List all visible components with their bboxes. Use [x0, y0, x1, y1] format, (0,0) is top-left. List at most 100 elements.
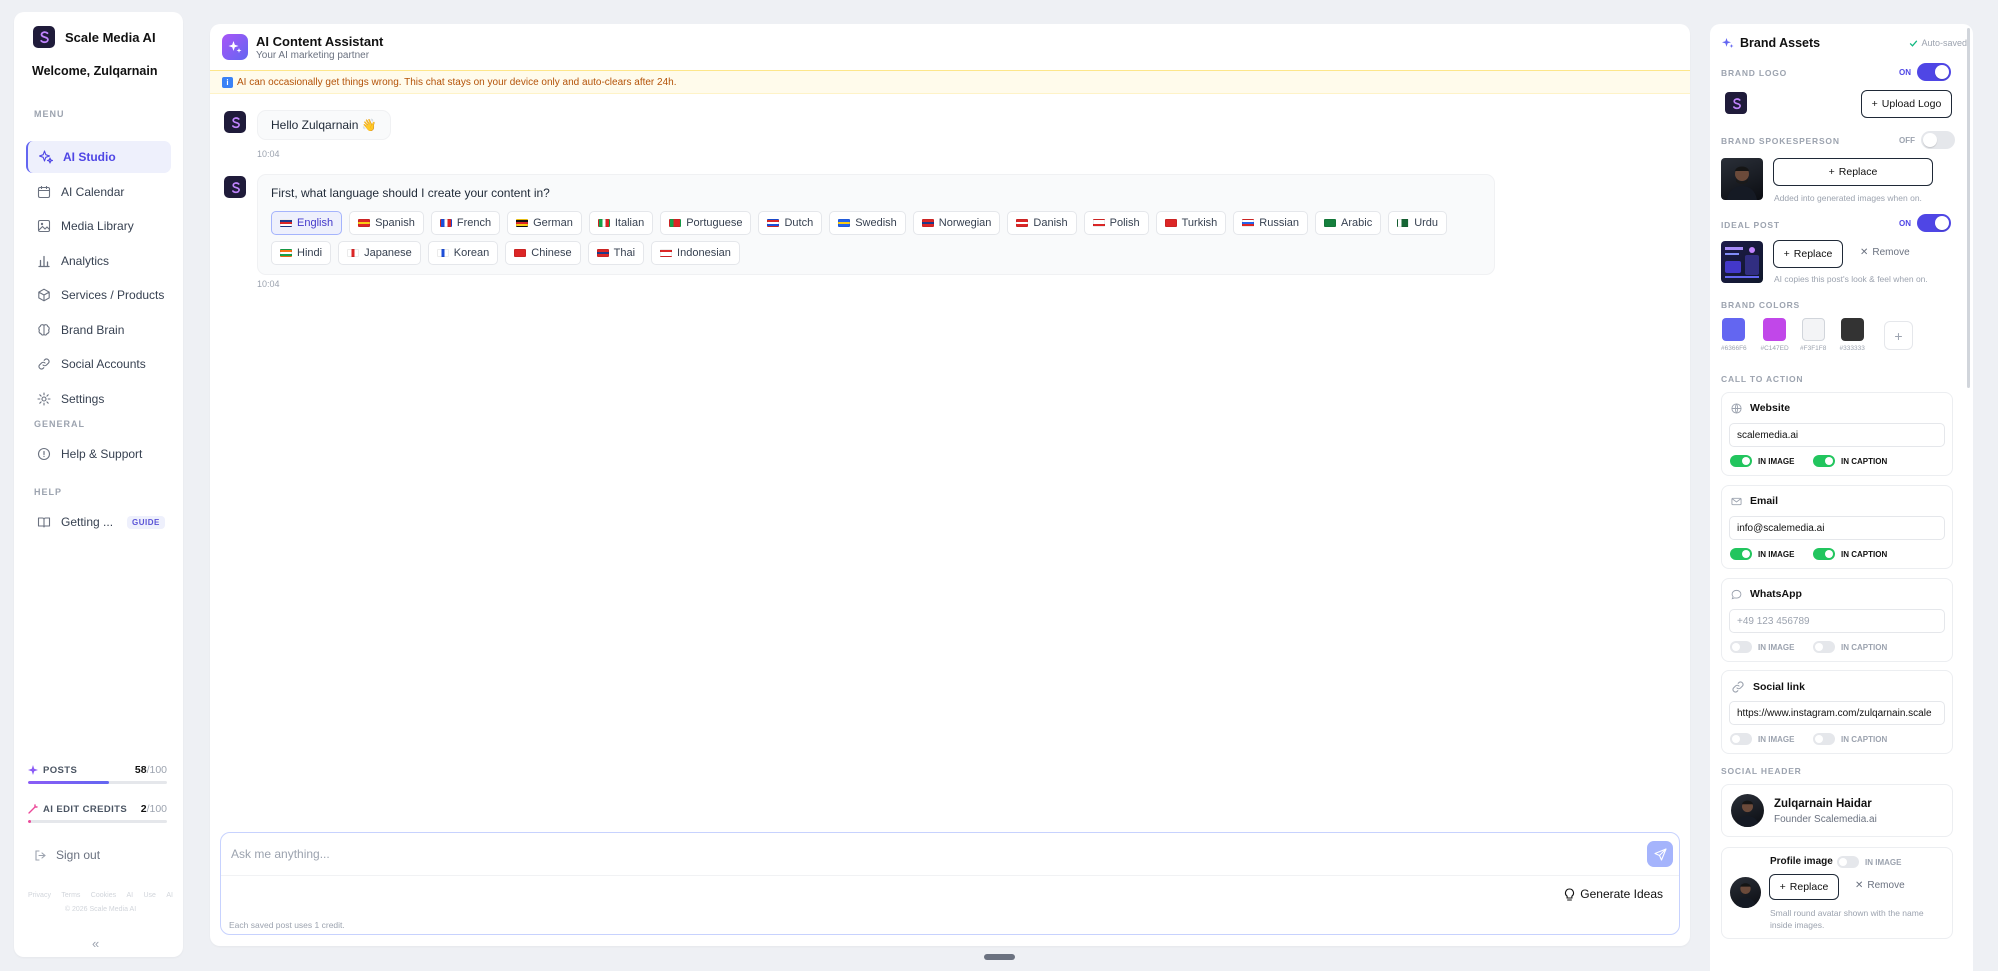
- sidebar-item-settings[interactable]: Settings: [26, 383, 171, 415]
- generate-ideas-button[interactable]: Generate Ideas: [1564, 887, 1663, 901]
- language-option-french[interactable]: French: [430, 211, 501, 235]
- language-option-urdu[interactable]: Urdu: [1388, 211, 1448, 235]
- toggle-switch[interactable]: [1730, 548, 1752, 560]
- footer-link[interactable]: AI: [126, 892, 133, 899]
- language-option-hindi[interactable]: Hindi: [271, 241, 332, 265]
- sidebar-item-help-support[interactable]: Help & Support: [26, 438, 171, 470]
- brand-color-swatch[interactable]: #F3F1F8: [1800, 318, 1826, 352]
- sidebar-item-media-library[interactable]: Media Library: [26, 210, 171, 242]
- in-caption-toggle[interactable]: IN CAPTION: [1813, 455, 1887, 467]
- language-option-thai[interactable]: Thai: [587, 241, 645, 265]
- brand-color-swatch[interactable]: #6366F6: [1721, 318, 1747, 352]
- toggle-switch[interactable]: [1917, 63, 1951, 81]
- social-name: Zulqarnain Haidar: [1774, 798, 1872, 810]
- cta-input-whatsapp[interactable]: +49 123 456789: [1729, 609, 1945, 633]
- resize-handle[interactable]: [984, 954, 1015, 960]
- in-image-toggle[interactable]: IN IMAGE: [1730, 455, 1794, 467]
- sidebar-item-brand-brain[interactable]: Brand Brain: [26, 314, 171, 346]
- toggle-switch[interactable]: [1921, 131, 1955, 149]
- add-color-button[interactable]: +: [1884, 321, 1913, 350]
- cta-input-social-link[interactable]: https://www.instagram.com/zulqarnain.sca…: [1729, 701, 1945, 725]
- color-chip[interactable]: [1722, 318, 1746, 341]
- language-option-italian[interactable]: Italian: [588, 211, 654, 235]
- cta-title: Website: [1731, 402, 1790, 414]
- in-image-toggle[interactable]: IN IMAGE: [1730, 641, 1794, 653]
- toggle-switch[interactable]: [1730, 733, 1752, 745]
- in-caption-toggle[interactable]: IN CAPTION: [1813, 548, 1887, 560]
- brand[interactable]: Scale Media AI: [33, 26, 156, 48]
- language-option-indonesian[interactable]: Indonesian: [651, 241, 740, 265]
- sidebar-item-ai-studio[interactable]: AI Studio: [26, 141, 171, 173]
- language-option-russian[interactable]: Russian: [1233, 211, 1309, 235]
- language-option-portuguese[interactable]: Portuguese: [660, 211, 752, 235]
- cta-title-text: Website: [1750, 402, 1791, 414]
- brand-logo-toggle[interactable]: ON: [1899, 63, 1951, 81]
- spokesperson-toggle[interactable]: OFF: [1899, 131, 1955, 149]
- toggle-switch[interactable]: [1813, 641, 1835, 653]
- sidebar-item-ai-calendar[interactable]: AI Calendar: [26, 176, 171, 208]
- collapse-sidebar-icon[interactable]: «: [92, 936, 99, 951]
- cta-input-email[interactable]: info@scalemedia.ai: [1729, 516, 1945, 540]
- language-option-spanish[interactable]: Spanish: [349, 211, 424, 235]
- replace-spokesperson-button[interactable]: + Replace: [1773, 158, 1933, 186]
- sidebar-item-getting-started[interactable]: Getting ... GUIDE: [26, 506, 171, 538]
- profile-in-image-toggle[interactable]: IN IMAGE: [1837, 856, 1901, 868]
- footer-link[interactable]: Privacy: [28, 892, 51, 899]
- language-option-korean[interactable]: Korean: [427, 241, 499, 265]
- toggle-switch[interactable]: [1837, 856, 1859, 868]
- replace-label: Replace: [1838, 166, 1878, 178]
- footer-link[interactable]: Terms: [61, 892, 80, 899]
- language-option-chinese[interactable]: Chinese: [505, 241, 581, 265]
- language-option-japanese[interactable]: Japanese: [338, 241, 421, 265]
- language-label: Arabic: [1341, 217, 1373, 229]
- toggle-switch[interactable]: [1813, 455, 1835, 467]
- remove-profile-image-button[interactable]: ✕ Remove: [1855, 880, 1905, 891]
- sidebar-item-analytics[interactable]: Analytics: [26, 245, 171, 277]
- sign-out-button[interactable]: Sign out: [34, 848, 100, 862]
- right-panel-scrollbar[interactable]: [1967, 28, 1970, 388]
- replace-ideal-post-button[interactable]: + Replace: [1773, 240, 1843, 268]
- footer-link[interactable]: Use: [144, 892, 156, 899]
- chat-input[interactable]: Ask me anything...: [231, 847, 330, 861]
- sidebar-item-social-accounts[interactable]: Social Accounts: [26, 348, 171, 380]
- toggle-state: OFF: [1899, 135, 1915, 145]
- footer-link[interactable]: Cookies: [91, 892, 116, 899]
- language-option-turkish[interactable]: Turkish: [1155, 211, 1227, 235]
- toggle-switch[interactable]: [1813, 733, 1835, 745]
- box-icon: [37, 288, 51, 302]
- color-chip[interactable]: [1801, 318, 1825, 341]
- in-caption-toggle[interactable]: IN CAPTION: [1813, 641, 1887, 653]
- app-logo-icon: [33, 26, 55, 48]
- color-chip[interactable]: [1763, 318, 1787, 341]
- brand-color-swatch[interactable]: #333333: [1840, 318, 1865, 352]
- remove-ideal-post-button[interactable]: ✕ Remove: [1860, 247, 1910, 258]
- language-option-swedish[interactable]: Swedish: [829, 211, 906, 235]
- color-chip[interactable]: [1840, 318, 1864, 341]
- in-image-toggle[interactable]: IN IMAGE: [1730, 733, 1794, 745]
- replace-profile-image-button[interactable]: + Replace: [1769, 874, 1839, 900]
- in-caption-toggle[interactable]: IN CAPTION: [1813, 733, 1887, 745]
- toggle-switch[interactable]: [1917, 214, 1951, 232]
- toggle-switch[interactable]: [1813, 548, 1835, 560]
- toggle-switch[interactable]: [1730, 455, 1752, 467]
- brand-color-swatch[interactable]: #C147ED: [1761, 318, 1789, 352]
- toggle-switch[interactable]: [1730, 641, 1752, 653]
- cta-input-website[interactable]: scalemedia.ai: [1729, 423, 1945, 447]
- language-option-dutch[interactable]: Dutch: [758, 211, 823, 235]
- language-option-norwegian[interactable]: Norwegian: [912, 211, 1001, 235]
- in-image-toggle[interactable]: IN IMAGE: [1730, 548, 1794, 560]
- language-option-german[interactable]: German: [507, 211, 582, 235]
- language-option-arabic[interactable]: Arabic: [1315, 211, 1382, 235]
- general-section-label: GENERAL: [34, 419, 86, 429]
- language-option-danish[interactable]: Danish: [1007, 211, 1077, 235]
- sidebar-item-services-products[interactable]: Services / Products: [26, 279, 171, 311]
- upload-logo-button[interactable]: + Upload Logo: [1861, 90, 1952, 118]
- send-button[interactable]: [1647, 841, 1673, 867]
- footer-link[interactable]: AI: [166, 892, 173, 899]
- ideal-post-toggle[interactable]: ON: [1899, 214, 1951, 232]
- language-option-polish[interactable]: Polish: [1083, 211, 1149, 235]
- profile-image-hint: Small round avatar shown with the name i…: [1770, 908, 1924, 930]
- chat-title: AI Content Assistant: [256, 33, 384, 49]
- language-option-english[interactable]: English: [271, 211, 343, 235]
- credits-label: AI EDIT CREDITS: [43, 803, 128, 815]
